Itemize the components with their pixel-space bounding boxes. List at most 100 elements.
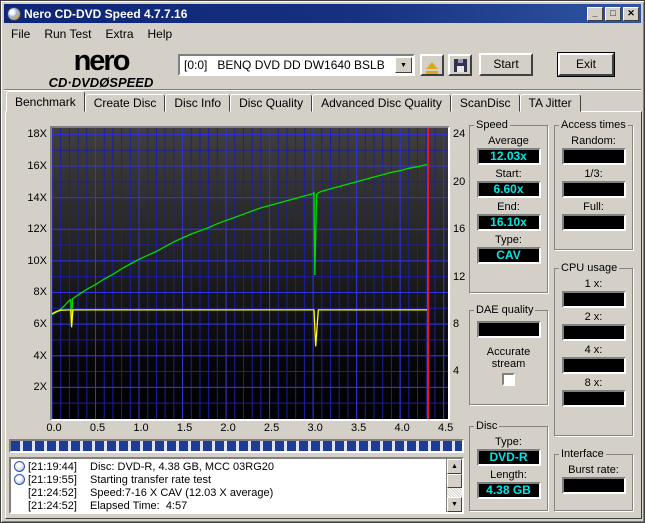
tab-create-disc[interactable]: Create Disc (84, 94, 166, 112)
cpu-1x-value (561, 291, 626, 308)
access-times-group: Access times Random: 1/3: Full: (554, 119, 633, 250)
end-label: End: (497, 201, 520, 213)
eject-icon (426, 61, 438, 74)
accurate-stream-label-line1: Accurate (486, 346, 531, 358)
toolbar-separator (4, 89, 641, 91)
burst-rate-label: Burst rate: (568, 464, 619, 476)
axis-tick-label: 18X (27, 128, 47, 141)
log-message: Speed:7-16 X CAV (12.03 X average) (90, 486, 274, 499)
menu-help[interactable]: Help (141, 25, 180, 43)
scroll-up-icon[interactable]: ▲ (447, 459, 462, 474)
benchmark-chart (50, 126, 450, 421)
save-button[interactable] (448, 54, 472, 76)
exit-button[interactable]: Exit (558, 53, 614, 76)
disc-group: Disc Type: DVD-R Length: 4.38 GB (469, 420, 548, 511)
random-label: Random: (571, 135, 616, 147)
axis-tick-label: 4.0 (394, 422, 410, 434)
tab-advanced-disc-quality[interactable]: Advanced Disc Quality (312, 94, 451, 112)
average-label: Average (488, 135, 529, 147)
log-row: [21:24:52] Speed:7-16 X CAV (12.03 X ave… (13, 486, 444, 499)
cpu-2x-value (561, 324, 626, 341)
tab-benchmark[interactable]: Benchmark (6, 91, 85, 112)
cpu-2x-label: 2 x: (584, 311, 603, 323)
window-title: Nero CD-DVD Speed 4.7.7.16 (24, 6, 188, 21)
maximize-button[interactable]: □ (605, 6, 621, 21)
disc-info-icon (14, 461, 25, 472)
nero-logo-text: nero (73, 45, 131, 77)
menu-bar: File Run Test Extra Help (4, 24, 641, 43)
access-times-group-title: Access times (561, 119, 626, 131)
axis-tick-label: 2.0 (220, 422, 236, 434)
chevron-down-icon[interactable]: ▼ (395, 57, 412, 73)
axis-tick-label: 3.0 (307, 422, 323, 434)
chart-plot-area (52, 128, 448, 419)
accurate-stream-checkbox[interactable] (502, 373, 515, 386)
cpu-1x-label: 1 x: (584, 278, 603, 290)
log-row: [21:19:44] Disc: DVD-R, 4.38 GB, MCC 03R… (13, 460, 444, 473)
axis-tick-label: 1.0 (133, 422, 149, 434)
menu-extra[interactable]: Extra (98, 25, 140, 43)
disc-length-label: Length: (490, 469, 527, 481)
scroll-down-icon[interactable]: ▼ (447, 497, 462, 512)
scrollbar-thumb[interactable] (447, 474, 462, 488)
disc-length-value: 4.38 GB (476, 482, 541, 499)
axis-tick-label: 0.5 (89, 422, 106, 434)
axis-tick-label: 16 (453, 223, 466, 236)
log-message: Disc: DVD-R, 4.38 GB, MCC 03RG20 (90, 460, 274, 473)
axis-tick-label: 1.5 (176, 422, 193, 434)
speed-type-value: CAV (476, 247, 541, 264)
axis-tick-label: 6X (33, 318, 47, 331)
log-message: Starting transfer rate test (90, 473, 212, 486)
axis-tick-label: 24 (453, 128, 466, 141)
speed-group-title: Speed (476, 119, 508, 131)
interface-group-title: Interface (561, 448, 604, 460)
start-label: Start: (495, 168, 522, 180)
tab-strip: Benchmark Create Disc Disc Info Disc Qua… (6, 91, 581, 112)
axis-tick-label: 8 (453, 317, 460, 330)
log-panel[interactable]: [21:19:44] Disc: DVD-R, 4.38 GB, MCC 03R… (9, 457, 464, 514)
axis-tick-label: 16X (27, 159, 47, 172)
tab-disc-info[interactable]: Disc Info (165, 94, 231, 112)
end-speed-value: 16.10x (476, 214, 541, 231)
tab-ta-jitter[interactable]: TA Jitter (519, 94, 581, 112)
tab-disc-quality[interactable]: Disc Quality (230, 94, 313, 112)
axis-tick-label: 2.5 (263, 422, 280, 434)
tab-scandisc[interactable]: ScanDisc (450, 94, 520, 112)
log-row: [21:24:52] Elapsed Time: 4:57 (13, 499, 444, 512)
disc-group-title: Disc (476, 420, 498, 432)
log-row: [21:19:55] Starting transfer rate test (13, 473, 444, 486)
one-third-label: 1/3: (584, 168, 603, 180)
axis-tick-label: 3.5 (350, 422, 367, 434)
accurate-stream-label-line2: stream (491, 358, 526, 370)
close-button[interactable]: ✕ (623, 6, 639, 21)
cpu-4x-value (561, 357, 626, 374)
axis-tick-label: 20 (453, 175, 466, 188)
minimize-button[interactable]: _ (587, 6, 603, 21)
app-window: Nero CD-DVD Speed 4.7.7.16 _ □ ✕ File Ru… (0, 0, 645, 523)
random-access-value (561, 148, 626, 165)
full-label: Full: (583, 201, 604, 213)
start-speed-value: 6.60x (476, 181, 541, 198)
log-timestamp: [21:19:55] (28, 473, 77, 486)
one-third-access-value (561, 181, 626, 198)
axis-tick-label: 14X (27, 191, 47, 204)
eject-button[interactable] (420, 54, 444, 76)
disc-info-icon (14, 474, 25, 485)
axis-tick-label: 4 (453, 365, 460, 378)
full-access-value (561, 214, 626, 231)
axis-tick-label: 12X (27, 223, 47, 236)
axis-tick-label: 12 (453, 270, 466, 283)
drive-select-dropdown[interactable]: [0:0] BENQ DVD DD DW1640 BSLB ▼ (178, 54, 415, 76)
log-lines: [21:19:44] Disc: DVD-R, 4.38 GB, MCC 03R… (11, 459, 446, 512)
title-bar: Nero CD-DVD Speed 4.7.7.16 _ □ ✕ (4, 4, 641, 23)
scrollbar-track[interactable] (447, 488, 462, 497)
start-button[interactable]: Start (479, 53, 533, 76)
log-scrollbar[interactable]: ▲ ▼ (446, 459, 462, 512)
dae-quality-group-title: DAE quality (476, 304, 534, 316)
cd-dvd-speed-logo-text: CD·DVDØSPEED (48, 75, 154, 90)
axis-tick-label: 10X (27, 254, 47, 267)
menu-file[interactable]: File (4, 25, 37, 43)
average-speed-value: 12.03x (476, 148, 541, 165)
menu-run-test[interactable]: Run Test (37, 25, 98, 43)
cpu-8x-value (561, 390, 626, 407)
